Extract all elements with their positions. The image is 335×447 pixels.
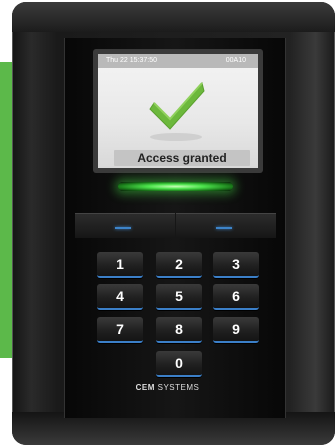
brand-name-rest: SYSTEMS	[154, 383, 200, 392]
brand-name-bold: CEM	[135, 383, 155, 392]
key-label: 4	[116, 288, 124, 304]
function-key-left-indicator	[115, 227, 131, 229]
keypad-key-4[interactable]: 4	[97, 284, 143, 310]
keypad-key-2[interactable]: 2	[156, 252, 202, 278]
device-id-text: 00A10	[225, 57, 246, 64]
brand-logo: CEM SYSTEMS	[0, 383, 335, 392]
keypad-key-9[interactable]: 9	[213, 317, 259, 343]
key-label: 1	[116, 256, 124, 272]
key-label: 6	[232, 288, 240, 304]
key-label: 0	[175, 355, 183, 371]
keypad-key-8[interactable]: 8	[156, 317, 202, 343]
keypad-key-1[interactable]: 1	[97, 252, 143, 278]
keypad-key-6[interactable]: 6	[213, 284, 259, 310]
function-key-left[interactable]	[75, 213, 175, 238]
keypad-key-3[interactable]: 3	[213, 252, 259, 278]
key-label: 9	[232, 321, 240, 337]
key-label: 7	[116, 321, 124, 337]
keypad-key-5[interactable]: 5	[156, 284, 202, 310]
display-status-bar: Thu 22 15:37:50 00A10	[98, 54, 258, 68]
function-key-right[interactable]	[176, 213, 276, 238]
key-label: 5	[175, 288, 183, 304]
key-label: 8	[175, 321, 183, 337]
keypad-key-0[interactable]: 0	[156, 351, 202, 377]
checkmark-icon	[149, 81, 205, 141]
keypad-key-7[interactable]: 7	[97, 317, 143, 343]
access-granted-text: Access granted	[137, 151, 227, 165]
status-led	[118, 182, 233, 191]
key-label: 3	[232, 256, 240, 272]
datetime-text: Thu 22 15:37:50	[106, 57, 157, 64]
access-message-bar: Access granted	[114, 150, 250, 166]
display-screen: Thu 22 15:37:50 00A10 Access granted	[98, 54, 258, 168]
function-key-right-indicator	[216, 227, 232, 229]
key-label: 2	[175, 256, 183, 272]
housing-top-edge	[12, 2, 335, 32]
